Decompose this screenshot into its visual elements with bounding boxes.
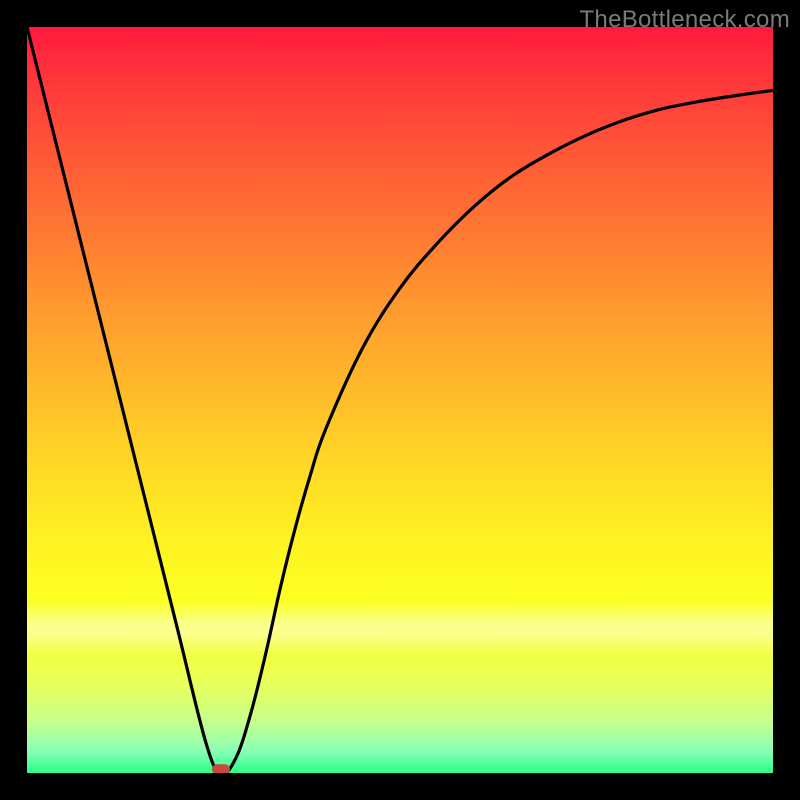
bottleneck-curve-svg: [27, 27, 773, 773]
chart-frame: [27, 27, 773, 773]
optimum-marker: [212, 764, 230, 773]
bottleneck-curve-path: [27, 27, 773, 773]
watermark-text: TheBottleneck.com: [579, 6, 790, 34]
